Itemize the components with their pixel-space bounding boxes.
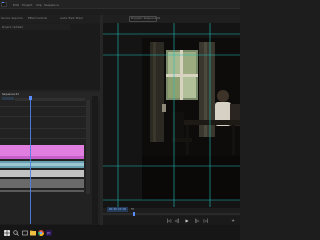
play-button[interactable]: ▶ <box>184 218 190 224</box>
chrome-icon[interactable] <box>38 230 44 236</box>
audio-clip[interactable] <box>0 190 84 192</box>
video-clip-lower[interactable] <box>0 156 84 159</box>
file-explorer-icon[interactable] <box>30 230 36 236</box>
mark-in-button[interactable]: |◁ <box>166 218 172 224</box>
audio-meter <box>92 96 98 224</box>
track-divider <box>0 106 86 107</box>
mark-out-button[interactable]: ◁| <box>174 218 180 224</box>
premiere-pro-icon[interactable]: Pr <box>46 230 52 236</box>
video-clip[interactable] <box>0 145 84 156</box>
track-divider <box>0 128 86 129</box>
windows-start-icon[interactable] <box>4 230 10 236</box>
search-icon[interactable] <box>13 230 19 236</box>
timeline-playhead[interactable] <box>30 100 31 224</box>
step-forward-button[interactable]: |▷ <box>194 218 200 224</box>
track-divider <box>0 116 86 117</box>
svg-text:Pr: Pr <box>47 231 51 235</box>
taskbar <box>0 225 240 240</box>
button-editor-button[interactable]: + <box>230 218 236 224</box>
task-view-icon[interactable] <box>22 230 28 236</box>
program-time-ruler[interactable] <box>103 213 240 215</box>
audio-clip[interactable] <box>0 170 84 177</box>
audio-waveform <box>0 163 84 166</box>
timeline-timecode[interactable] <box>2 97 14 100</box>
track-divider <box>0 138 86 139</box>
audio-clip[interactable] <box>0 179 84 188</box>
program-timecode[interactable]: 00:00:00:00 <box>107 207 128 212</box>
timeline-ruler[interactable] <box>15 98 85 101</box>
timeline-scrollbar[interactable] <box>86 100 90 194</box>
go-to-out-button[interactable]: ▷| <box>203 218 209 224</box>
